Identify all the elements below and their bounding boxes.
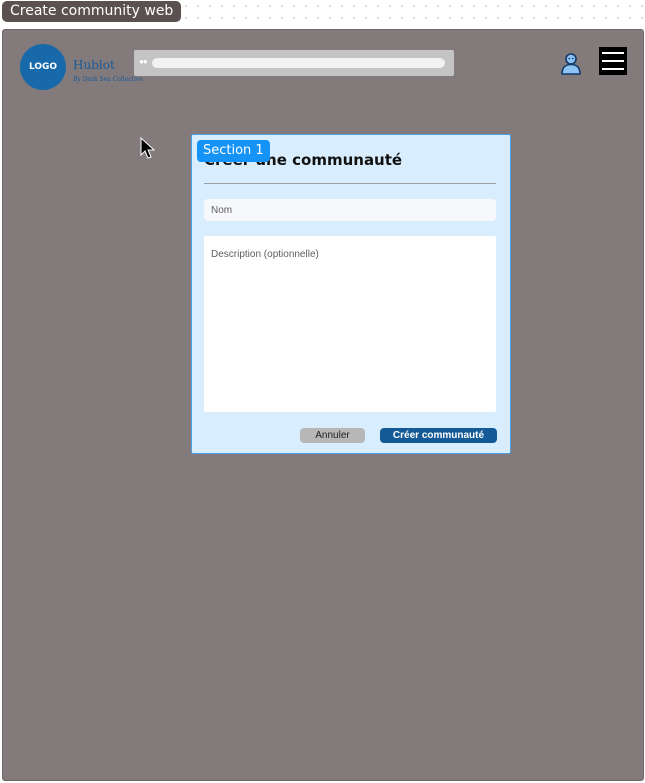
logo-text: LOGO: [28, 62, 58, 72]
community-name-input[interactable]: [204, 199, 496, 221]
cancel-button[interactable]: Annuler: [300, 428, 365, 443]
search-input[interactable]: [152, 58, 445, 68]
search-dots-icon: ●●: [139, 57, 148, 66]
section-badge[interactable]: Section 1: [197, 140, 270, 162]
user-icon[interactable]: [559, 51, 583, 75]
frame-label: Create community web: [2, 1, 182, 22]
modal-divider: [204, 183, 496, 184]
create-community-button[interactable]: Créer communauté: [380, 428, 497, 443]
hamburger-menu-icon[interactable]: [599, 47, 627, 75]
brand-name: Hublot: [73, 58, 115, 72]
app-frame: LOGO Hublot By Dark Sea Collective ●● Cr…: [2, 29, 644, 781]
menu-line: [602, 52, 624, 54]
menu-line: [602, 68, 624, 70]
create-community-modal: Créer une communauté Section 1 Annuler C…: [191, 134, 511, 454]
mouse-cursor-icon: [140, 137, 156, 159]
menu-line: [602, 60, 624, 62]
community-description-input[interactable]: [204, 236, 496, 412]
brand-tagline: By Dark Sea Collective: [73, 76, 143, 83]
logo[interactable]: LOGO: [20, 44, 66, 90]
search-bar[interactable]: ●●: [134, 50, 454, 76]
